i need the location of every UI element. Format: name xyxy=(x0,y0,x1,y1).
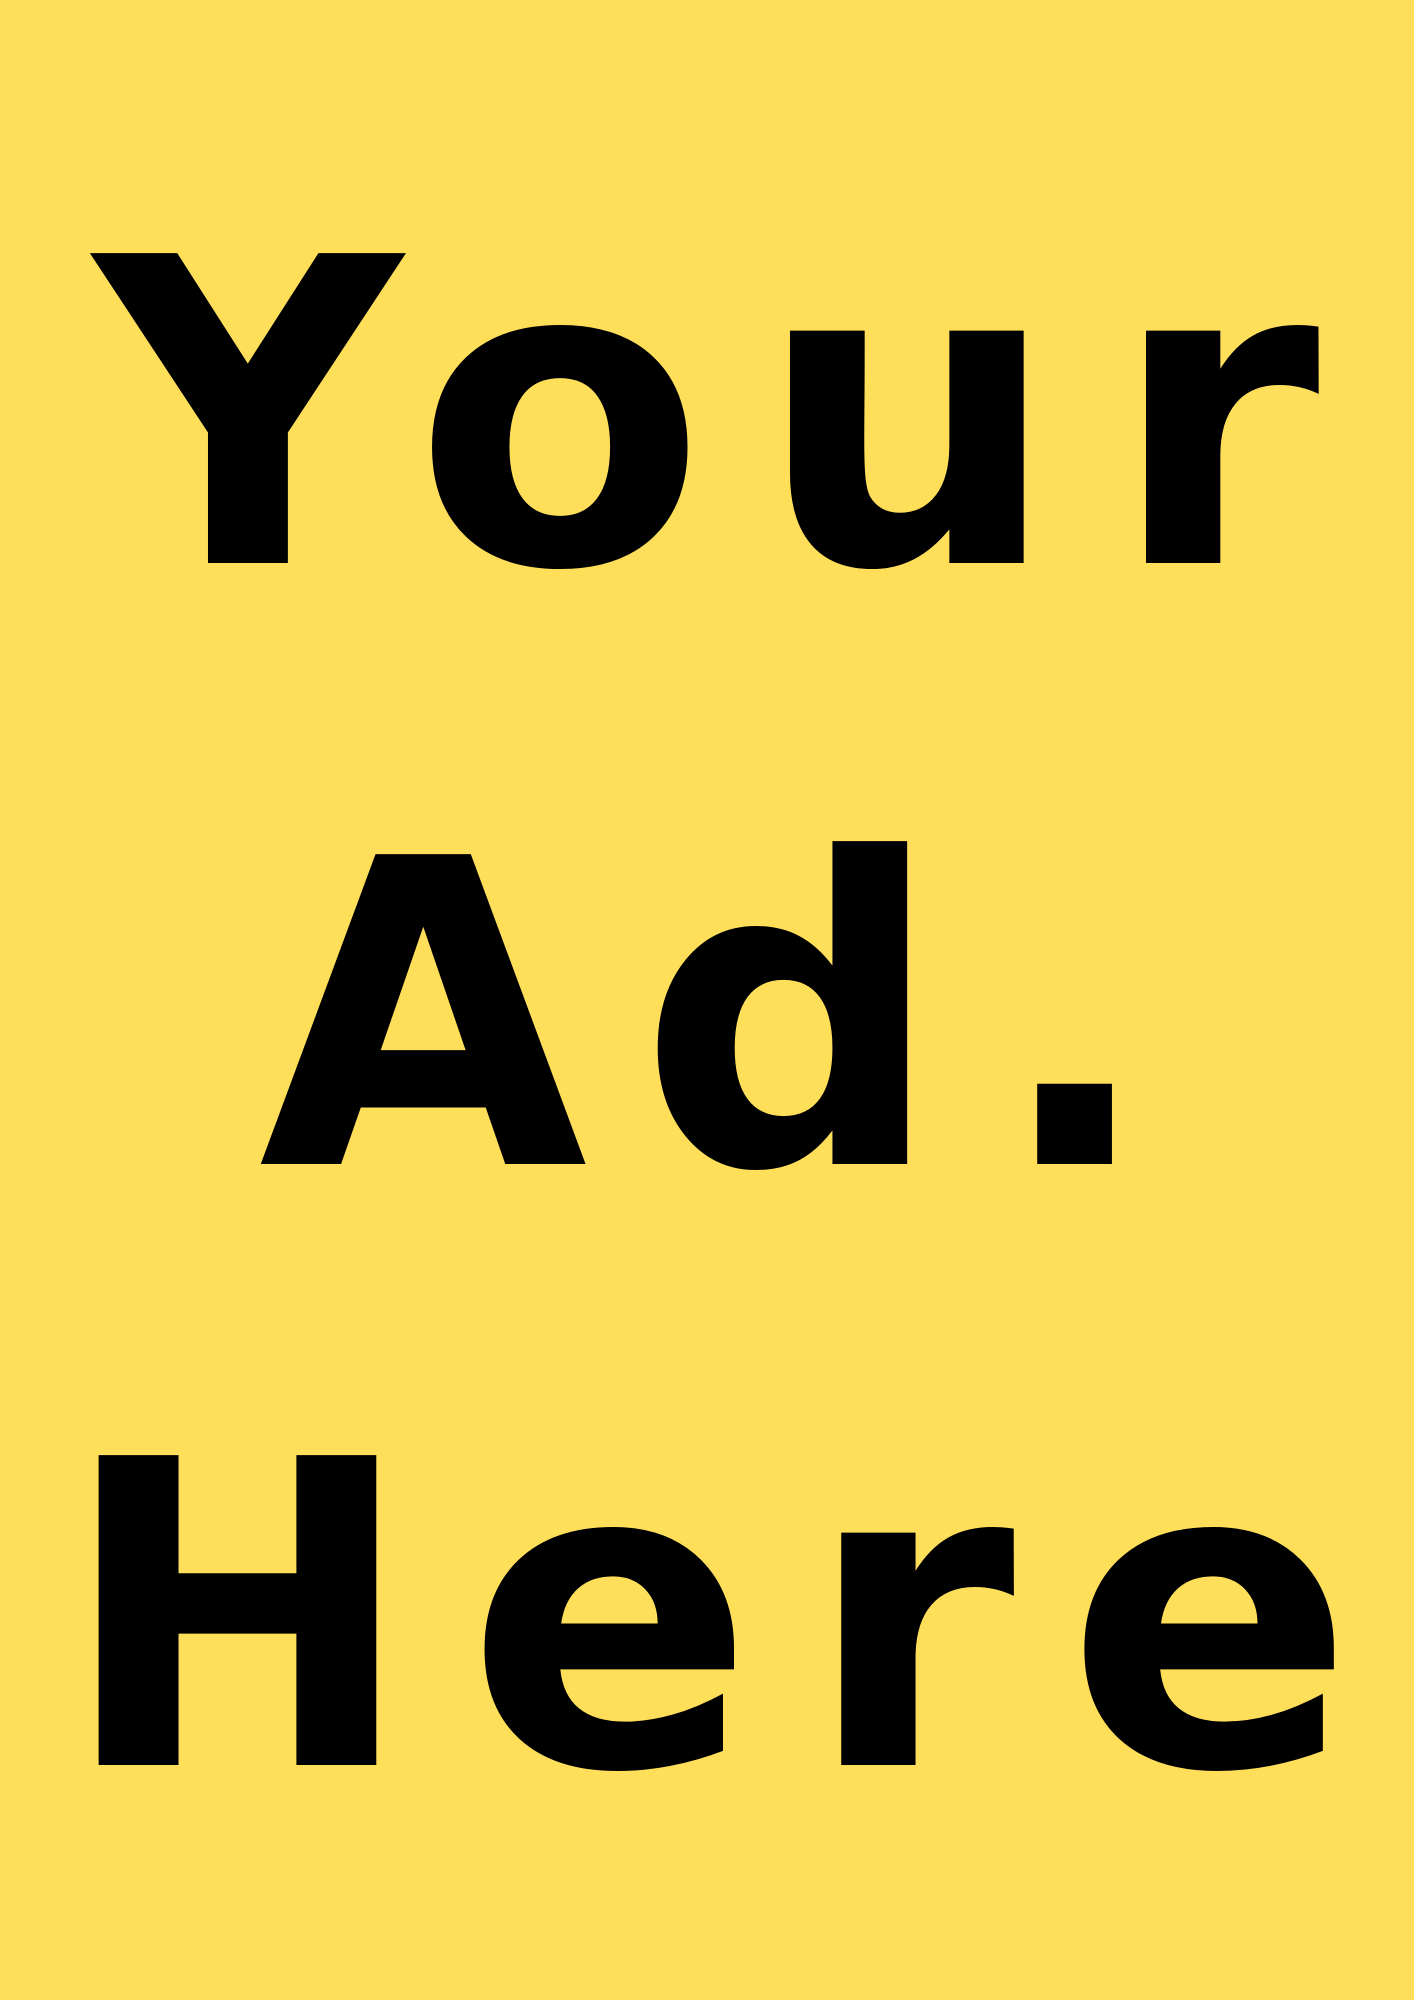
ad-line-here: Here xyxy=(59,1372,1406,1866)
ad-placeholder-poster: Your Ad. Here xyxy=(0,0,1414,2000)
ad-line-ad: Ad. xyxy=(258,771,1207,1265)
ad-line-your: Your xyxy=(94,170,1371,664)
